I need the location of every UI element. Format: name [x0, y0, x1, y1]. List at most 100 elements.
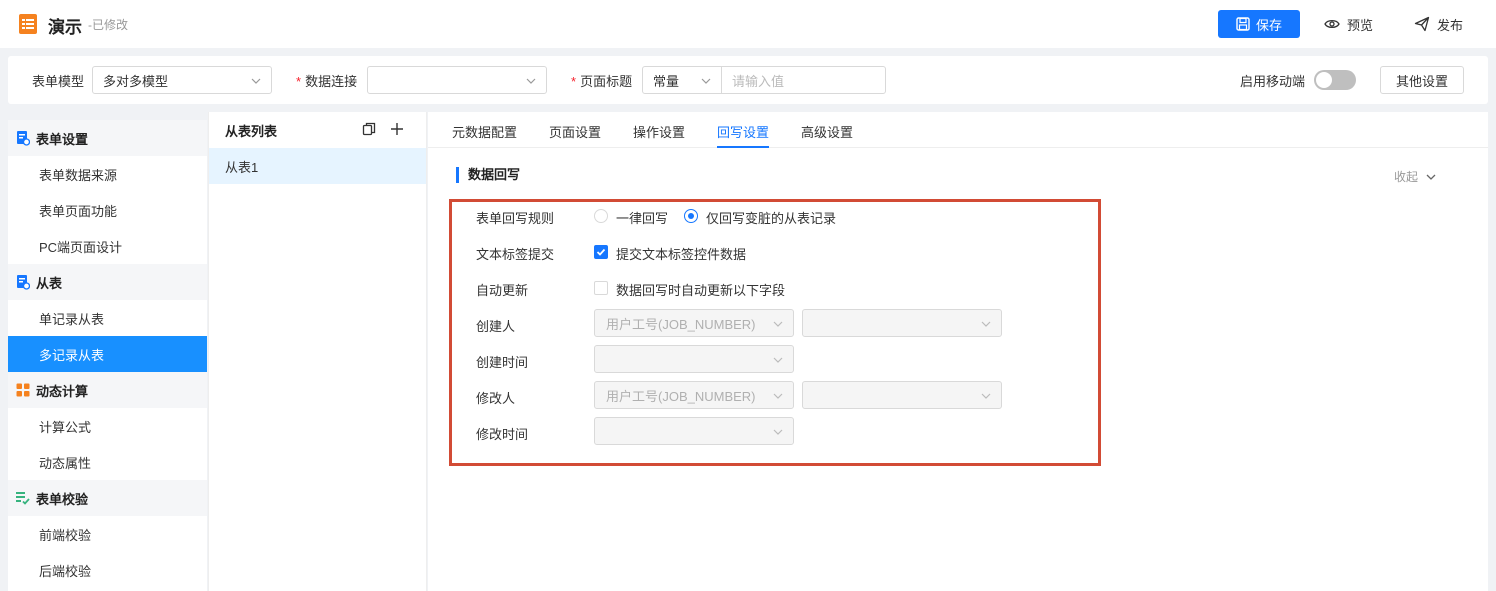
- save-button[interactable]: 保存: [1218, 10, 1300, 38]
- create-time-select[interactable]: [594, 345, 794, 373]
- validation-icon: [16, 492, 30, 505]
- add-icon[interactable]: [390, 122, 404, 136]
- create-time-label: 创建时间: [476, 355, 529, 370]
- chevron-down-icon: [773, 429, 783, 435]
- preview-button[interactable]: 预览: [1324, 10, 1373, 38]
- tab-writeback-settings[interactable]: 回写设置: [717, 122, 769, 141]
- rule-option-always: 一律回写: [616, 211, 669, 226]
- app-document-icon: [18, 13, 38, 35]
- modifier-field-value: 用户工号(JOB_NUMBER): [606, 388, 756, 404]
- creator-label: 创建人: [476, 319, 516, 334]
- page-title-type-select[interactable]: 常量: [642, 66, 722, 94]
- form-toolbar: 表单模型 多对多模型 * 数据连接 * 页面标题 常量 请输入值 启用移动端 其他设…: [8, 56, 1488, 104]
- save-icon: [1236, 17, 1250, 31]
- sidebar-item-form-data-source[interactable]: 表单数据来源: [8, 156, 207, 192]
- chevron-down-icon: [981, 321, 991, 327]
- publish-button[interactable]: 发布: [1414, 10, 1463, 38]
- settings-sidebar: 表单设置 表单数据来源 表单页面功能 PC端页面设计 从表 单记录从表 多记录从…: [8, 120, 207, 591]
- modified-status: -已修改: [88, 18, 128, 32]
- main-content: 元数据配置 页面设置 操作设置 回写设置 高级设置 数据回写 收起 表单回写规则…: [428, 112, 1488, 591]
- chevron-down-icon: [701, 78, 711, 84]
- sidebar-item-frontend-validation[interactable]: 前端校验: [8, 516, 207, 552]
- send-icon: [1414, 16, 1430, 32]
- chevron-down-icon: [773, 393, 783, 399]
- chevron-down-icon: [526, 78, 536, 84]
- check-icon: [596, 248, 606, 256]
- creator-field-select[interactable]: 用户工号(JOB_NUMBER): [594, 309, 794, 337]
- sidebar-group-label: 从表: [36, 275, 63, 291]
- modify-time-label: 修改时间: [476, 427, 529, 442]
- form-model-value: 多对多模型: [103, 73, 169, 89]
- sidebar-group-dynamic-calc[interactable]: 动态计算: [8, 372, 207, 408]
- mobile-toggle[interactable]: [1314, 70, 1356, 90]
- subtable-icon: [17, 275, 30, 290]
- collapse-button[interactable]: 收起: [1394, 168, 1436, 185]
- toggle-knob: [1316, 72, 1332, 88]
- form-model-label: 表单模型: [32, 74, 85, 89]
- tab-metadata-config[interactable]: 元数据配置: [452, 122, 517, 141]
- sidebar-group-form-settings[interactable]: 表单设置: [8, 120, 207, 156]
- sidebar-item-multi-record-subtable[interactable]: 多记录从表: [8, 336, 207, 372]
- section-title: 数据回写: [456, 167, 520, 183]
- form-settings-icon: [17, 131, 30, 146]
- tab-operation-settings[interactable]: 操作设置: [633, 122, 685, 141]
- subtable-list-header: 从表列表: [209, 112, 426, 148]
- subtable-list-panel: 从表列表 从表1: [208, 112, 427, 591]
- chevron-down-icon: [1426, 174, 1436, 180]
- data-conn-select[interactable]: [367, 66, 547, 94]
- sidebar-item-form-page-function[interactable]: 表单页面功能: [8, 192, 207, 228]
- tab-page-settings[interactable]: 页面设置: [549, 122, 601, 141]
- text-label-checkbox[interactable]: [594, 245, 608, 259]
- sidebar-group-form-validation[interactable]: 表单校验: [8, 480, 207, 516]
- chevron-down-icon: [981, 393, 991, 399]
- rule-label: 表单回写规则: [476, 211, 555, 226]
- data-conn-label: * 数据连接: [296, 74, 358, 89]
- sidebar-item-calc-formula[interactable]: 计算公式: [8, 408, 207, 444]
- auto-update-checkbox[interactable]: [594, 281, 608, 295]
- sidebar-group-subtable[interactable]: 从表: [8, 264, 207, 300]
- preview-label: 预览: [1347, 17, 1374, 33]
- subtable-list-title: 从表列表: [225, 123, 278, 139]
- calc-grid-icon: [16, 383, 30, 397]
- rule-radio-always[interactable]: [594, 209, 608, 223]
- page-title-placeholder: 请输入值: [732, 73, 785, 89]
- form-model-select[interactable]: 多对多模型: [92, 66, 272, 94]
- sidebar-group-label: 表单校验: [36, 491, 89, 507]
- sidebar-item-pc-page-design[interactable]: PC端页面设计: [8, 228, 207, 264]
- tab-advanced-settings[interactable]: 高级设置: [801, 122, 853, 141]
- mobile-label: 启用移动端: [1240, 74, 1306, 89]
- modifier-field-select[interactable]: 用户工号(JOB_NUMBER): [594, 381, 794, 409]
- sidebar-item-single-record-subtable[interactable]: 单记录从表: [8, 300, 207, 336]
- eye-icon: [1324, 19, 1340, 29]
- active-tab-indicator: [717, 146, 769, 148]
- publish-label: 发布: [1437, 17, 1464, 33]
- subtable-list-item[interactable]: 从表1: [209, 148, 426, 184]
- copy-icon[interactable]: [362, 122, 376, 136]
- sidebar-group-label: 表单设置: [36, 131, 89, 147]
- sidebar-item-dynamic-attribute[interactable]: 动态属性: [8, 444, 207, 480]
- modifier-label: 修改人: [476, 391, 516, 406]
- chevron-down-icon: [251, 78, 261, 84]
- chevron-down-icon: [773, 321, 783, 327]
- settings-tabs: 元数据配置 页面设置 操作设置 回写设置 高级设置: [428, 112, 1488, 148]
- top-header: 演示 -已修改 保存 预览 发布: [0, 0, 1496, 48]
- sidebar-item-backend-validation[interactable]: 后端校验: [8, 552, 207, 588]
- rule-option-dirty-only: 仅回写变脏的从表记录: [706, 211, 837, 226]
- chevron-down-icon: [773, 357, 783, 363]
- rule-radio-dirty-only[interactable]: [684, 209, 698, 223]
- app-title: 演示: [48, 18, 82, 37]
- modify-time-select[interactable]: [594, 417, 794, 445]
- auto-update-option: 数据回写时自动更新以下字段: [616, 283, 786, 298]
- creator-field2-select[interactable]: [802, 309, 1002, 337]
- sidebar-group-label: 动态计算: [36, 383, 89, 399]
- auto-update-label: 自动更新: [476, 283, 529, 298]
- collapse-label: 收起: [1394, 170, 1419, 184]
- text-label-submit-label: 文本标签提交: [476, 247, 555, 262]
- text-label-option: 提交文本标签控件数据: [616, 247, 747, 262]
- other-settings-button[interactable]: 其他设置: [1380, 66, 1464, 94]
- modifier-field2-select[interactable]: [802, 381, 1002, 409]
- page-title-type-value: 常量: [653, 73, 680, 89]
- creator-field-value: 用户工号(JOB_NUMBER): [606, 316, 756, 332]
- save-label: 保存: [1255, 17, 1282, 33]
- page-title-input[interactable]: 请输入值: [721, 66, 886, 94]
